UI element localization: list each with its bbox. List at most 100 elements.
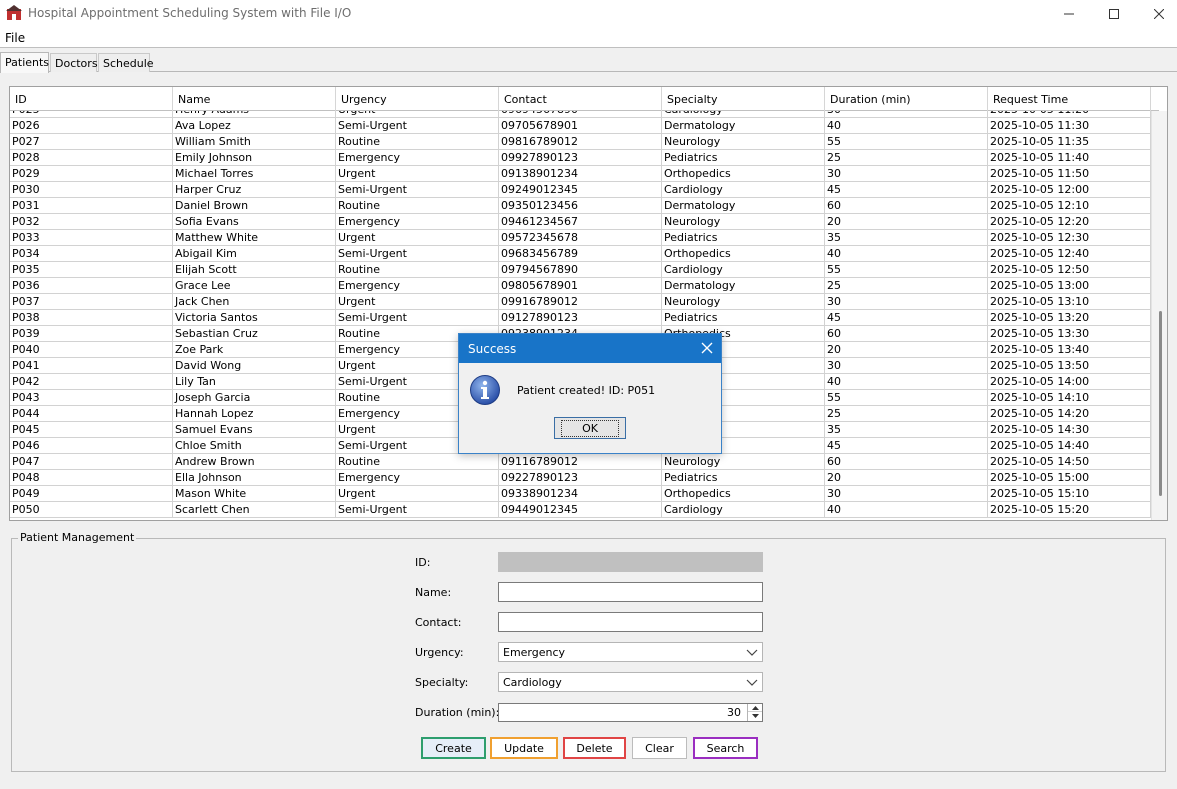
triangle-down-icon	[751, 714, 759, 718]
scrollbar-thumb[interactable]	[1159, 311, 1162, 496]
table-row[interactable]: P049 Mason White Urgent 09338901234 Orthoped…	[10, 486, 1151, 502]
table-cell: Pediatrics	[662, 230, 825, 246]
column-header-id[interactable]: ID	[10, 87, 173, 111]
clear-button[interactable]: Clear	[632, 737, 687, 759]
table-cell: 2025-10-05 13:40	[988, 342, 1151, 358]
duration-stepper[interactable]: 30	[498, 703, 763, 722]
table-cell: Scarlett Chen	[173, 502, 336, 518]
table-cell: Henry Adams	[173, 111, 336, 118]
table-cell: 2025-10-05 11:30	[988, 118, 1151, 134]
table-cell: 2025-10-05 13:10	[988, 294, 1151, 310]
table-cell: P035	[10, 262, 173, 278]
table-cell: Semi-Urgent	[336, 246, 499, 262]
table-row[interactable]: P034 Abigail Kim Semi-Urgent 09683456789 Ort…	[10, 246, 1151, 262]
table-row[interactable]: P038 Victoria Santos Semi-Urgent 0912789012…	[10, 310, 1151, 326]
menu-file[interactable]: File	[5, 31, 25, 45]
table-row[interactable]: P032 Sofia Evans Emergency 09461234567 Neuro…	[10, 214, 1151, 230]
stepper-down-button[interactable]	[748, 712, 762, 720]
column-header-specialty[interactable]: Specialty	[662, 87, 825, 111]
table-row[interactable]: P029 Michael Torres Urgent 09138901234 Ortho…	[10, 166, 1151, 182]
table-cell: 2025-10-05 11:35	[988, 134, 1151, 150]
table-cell: 09927890123	[499, 150, 662, 166]
table-cell: 2025-10-05 14:20	[988, 406, 1151, 422]
specialty-label: Specialty:	[415, 676, 469, 689]
close-window-button[interactable]	[1136, 0, 1177, 28]
contact-field[interactable]	[498, 612, 763, 632]
urgency-label: Urgency:	[415, 646, 464, 659]
table-cell: 09705678901	[499, 118, 662, 134]
table-cell: 2025-10-05 15:00	[988, 470, 1151, 486]
table-cell: Abigail Kim	[173, 246, 336, 262]
table-cell: 2025-10-05 14:00	[988, 374, 1151, 390]
table-row[interactable]: P048 Ella Johnson Emergency 09227890123 Pedi…	[10, 470, 1151, 486]
column-header-duration[interactable]: Duration (min)	[825, 87, 988, 111]
tab-patients[interactable]: Patients	[0, 52, 49, 73]
table-row[interactable]: P036 Grace Lee Emergency 09805678901 Dermato…	[10, 278, 1151, 294]
table-cell: Routine	[336, 262, 499, 278]
table-cell: Emergency	[336, 214, 499, 230]
table-cell: 60	[825, 198, 988, 214]
table-row[interactable]: P027 William Smith Routine 09816789012 Neuro…	[10, 134, 1151, 150]
table-cell: Ava Lopez	[173, 118, 336, 134]
column-header-urgency[interactable]: Urgency	[336, 87, 499, 111]
search-button[interactable]: Search	[693, 737, 758, 759]
table-cell: P034	[10, 246, 173, 262]
table-cell: 55	[825, 134, 988, 150]
table-row[interactable]: P037 Jack Chen Urgent 09916789012 Neurology 3…	[10, 294, 1151, 310]
delete-button[interactable]: Delete	[563, 737, 626, 759]
chevron-down-icon	[746, 679, 758, 686]
ok-button[interactable]: OK	[554, 417, 626, 439]
minimize-icon	[1064, 13, 1074, 15]
table-cell: 2025-10-05 12:50	[988, 262, 1151, 278]
table-row[interactable]: P025Henry AdamsUrgent09694567890Cardiolo…	[10, 111, 1151, 118]
table-row[interactable]: P031 Daniel Brown Routine 09350123456 Dermat…	[10, 198, 1151, 214]
table-row[interactable]: P050 Scarlett Chen Semi-Urgent 09449012345 C…	[10, 502, 1151, 518]
table-cell: P028	[10, 150, 173, 166]
update-button[interactable]: Update	[490, 737, 558, 759]
tab-doctors[interactable]: Doctors	[50, 53, 98, 72]
urgency-select[interactable]: Emergency	[498, 642, 763, 662]
stepper-up-button[interactable]	[748, 704, 762, 712]
table-cell: P043	[10, 390, 173, 406]
table-cell: Neurology	[662, 134, 825, 150]
specialty-select[interactable]: Cardiology	[498, 672, 763, 692]
table-cell: Chloe Smith	[173, 438, 336, 454]
table-cell: 40	[825, 502, 988, 518]
table-cell: Neurology	[662, 454, 825, 470]
patients-table[interactable]: ID Name Urgency Contact Specialty Durati…	[9, 86, 1168, 521]
minimize-button[interactable]	[1046, 0, 1092, 28]
table-cell: Michael Torres	[173, 166, 336, 182]
table-cell: 09449012345	[499, 502, 662, 518]
table-cell: Orthopedics	[662, 166, 825, 182]
table-row[interactable]: P030 Harper Cruz Semi-Urgent 09249012345 Car…	[10, 182, 1151, 198]
table-cell: 2025-10-05 13:20	[988, 310, 1151, 326]
column-header-contact[interactable]: Contact	[499, 87, 662, 111]
table-cell: Ella Johnson	[173, 470, 336, 486]
table-cell: 09805678901	[499, 278, 662, 294]
table-cell: 09127890123	[499, 310, 662, 326]
column-header-name[interactable]: Name	[173, 87, 336, 111]
table-cell: Victoria Santos	[173, 310, 336, 326]
create-button[interactable]: Create	[421, 737, 486, 759]
name-field[interactable]	[498, 582, 763, 602]
table-cell: 40	[825, 118, 988, 134]
table-cell: Urgent	[336, 166, 499, 182]
maximize-button[interactable]	[1091, 0, 1137, 28]
table-cell: Orthopedics	[662, 486, 825, 502]
table-scrollbar[interactable]	[1151, 111, 1167, 520]
table-row[interactable]: P033 Matthew White Urgent 09572345678 Pediat…	[10, 230, 1151, 246]
id-field	[498, 552, 763, 572]
tab-schedule[interactable]: Schedule	[98, 53, 154, 72]
table-cell: Hannah Lopez	[173, 406, 336, 422]
column-header-request-time[interactable]: Request Time	[988, 87, 1151, 111]
table-row[interactable]: P026 Ava Lopez Semi-Urgent 09705678901 Derma…	[10, 118, 1151, 134]
table-row[interactable]: P028 Emily Johnson Emergency 09927890123 Ped…	[10, 150, 1151, 166]
table-cell: 09572345678	[499, 230, 662, 246]
table-cell: P042	[10, 374, 173, 390]
close-icon[interactable]	[699, 340, 715, 356]
table-cell: 09916789012	[499, 294, 662, 310]
table-cell: 55	[825, 262, 988, 278]
table-row[interactable]: P035 Elijah Scott Routine 09794567890 Cardio…	[10, 262, 1151, 278]
table-cell: Emergency	[336, 278, 499, 294]
table-row[interactable]: P047 Andrew Brown Routine 09116789012 Neurol…	[10, 454, 1151, 470]
